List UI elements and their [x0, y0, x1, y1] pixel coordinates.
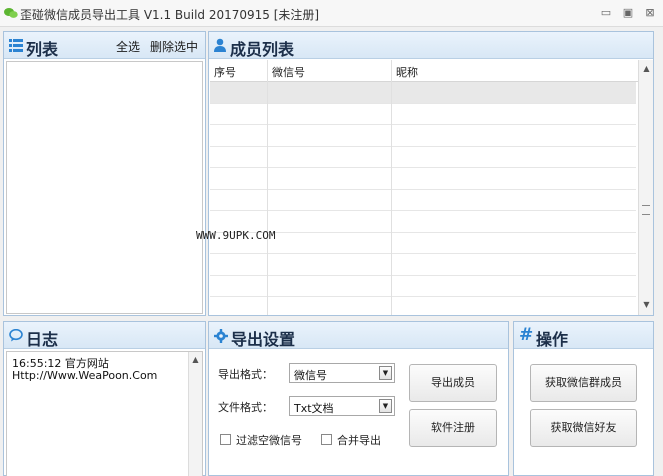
list-panel: 列表 全选 删除选中: [3, 31, 206, 316]
members-panel: 成员列表 序号 微信号 昵称 ▲ ▼: [208, 31, 654, 316]
log-line: Http://Www.WeaPoon.Com: [12, 369, 158, 382]
table-row[interactable]: [210, 190, 636, 211]
wechat-app-icon: [4, 8, 18, 18]
export-format-select[interactable]: 微信号 ▼: [289, 363, 395, 383]
file-format-select[interactable]: Txt文档 ▼: [289, 396, 395, 416]
minimize-icon: ▭: [600, 6, 612, 19]
column-divider: [391, 60, 392, 315]
scroll-down-icon[interactable]: ▼: [640, 300, 653, 309]
software-register-button[interactable]: 软件注册: [409, 409, 497, 447]
maximize-icon: ▣: [622, 6, 634, 19]
members-panel-header: 成员列表: [209, 32, 653, 59]
get-group-members-button[interactable]: 获取微信群成员: [530, 364, 637, 402]
close-icon: ⊠: [645, 6, 655, 19]
export-format-label: 导出格式：: [218, 368, 273, 381]
table-row[interactable]: [210, 168, 636, 190]
chevron-down-icon[interactable]: ▼: [379, 366, 392, 380]
column-divider: [267, 60, 268, 315]
select-all-link[interactable]: 全选: [116, 38, 140, 55]
group-list[interactable]: [6, 61, 203, 314]
table-row[interactable]: [210, 82, 636, 104]
person-icon: [214, 38, 226, 52]
list-icon: [9, 39, 23, 52]
table-row[interactable]: [210, 254, 636, 276]
members-panel-title: 成员列表: [230, 40, 295, 59]
list-panel-header: 列表 全选 删除选中: [4, 32, 205, 59]
scroll-grip-icon[interactable]: [642, 205, 650, 215]
operations-panel: # 操作 获取微信群成员 获取微信好友: [513, 321, 654, 476]
title-bar: 歪碰微信成员导出工具 V1.1 Build 20170915 [未注册] ▭ ▣…: [0, 0, 663, 27]
table-body: [210, 82, 638, 315]
column-header-wechat-id[interactable]: 微信号: [272, 64, 305, 80]
filter-empty-checkbox[interactable]: [220, 434, 231, 445]
filter-empty-label[interactable]: 过滤空微信号: [236, 432, 302, 448]
file-format-value: Txt文档: [294, 402, 334, 415]
table-row[interactable]: [210, 125, 636, 147]
window-title: 歪碰微信成员导出工具 V1.1 Build 20170915 [未注册]: [20, 8, 320, 22]
table-row[interactable]: [210, 276, 636, 297]
get-friends-button[interactable]: 获取微信好友: [530, 409, 637, 447]
delete-selected-link[interactable]: 删除选中: [150, 38, 198, 55]
column-header-nickname[interactable]: 昵称: [396, 64, 418, 80]
export-panel-title: 导出设置: [231, 330, 296, 349]
watermark: WWW.9UPK.COM: [196, 229, 276, 242]
table-header: 序号 微信号 昵称: [210, 60, 638, 82]
members-table[interactable]: 序号 微信号 昵称: [210, 60, 638, 315]
list-panel-title: 列表: [26, 40, 59, 59]
file-format-label: 文件格式：: [218, 401, 273, 414]
gear-icon: [214, 329, 228, 343]
table-row[interactable]: [210, 104, 636, 125]
maximize-button[interactable]: ▣: [618, 4, 638, 22]
chevron-down-icon[interactable]: ▼: [379, 399, 392, 413]
operations-panel-header: # 操作: [514, 322, 653, 349]
close-button[interactable]: ⊠: [640, 4, 660, 22]
export-panel-header: 导出设置: [209, 322, 508, 349]
scroll-up-icon[interactable]: ▲: [189, 355, 202, 364]
log-panel-title: 日志: [26, 330, 59, 349]
export-settings-panel: 导出设置 导出格式： 微信号 ▼ 文件格式： Txt文档 ▼ 过滤空微信号 合并…: [208, 321, 509, 476]
speech-bubble-icon: [9, 329, 23, 342]
scroll-up-icon[interactable]: ▲: [640, 64, 653, 73]
export-members-button[interactable]: 导出成员: [409, 364, 497, 402]
column-header-index[interactable]: 序号: [214, 64, 236, 80]
log-textarea[interactable]: 16:55:12 官方网站 Http://Www.WeaPoon.Com ▲: [6, 351, 203, 476]
operations-panel-title: 操作: [536, 330, 569, 349]
merge-export-checkbox[interactable]: [321, 434, 332, 445]
hash-icon: #: [519, 325, 534, 345]
log-panel-header: 日志: [4, 322, 205, 349]
table-row[interactable]: [210, 147, 636, 168]
log-panel: 日志 16:55:12 官方网站 Http://Www.WeaPoon.Com …: [3, 321, 206, 476]
minimize-button[interactable]: ▭: [596, 4, 616, 22]
members-scrollbar[interactable]: ▲ ▼: [638, 60, 653, 315]
log-scrollbar[interactable]: ▲: [188, 352, 202, 476]
export-format-value: 微信号: [294, 369, 327, 382]
merge-export-label[interactable]: 合并导出: [337, 432, 381, 448]
